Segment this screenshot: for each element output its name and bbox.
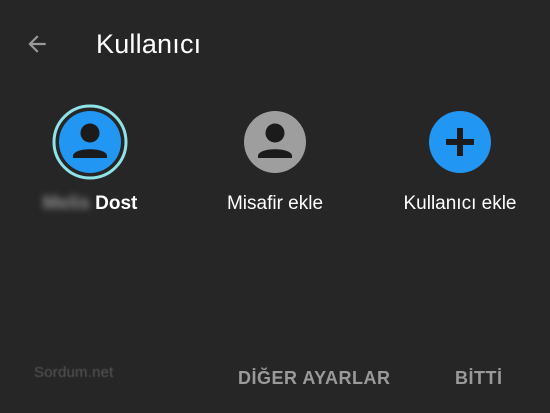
page-title: Kullanıcı: [96, 29, 202, 59]
arrow-left-icon: [28, 35, 46, 53]
person-icon: [52, 104, 128, 180]
add-user-label: Kullanıcı ekle: [403, 193, 517, 214]
more-settings-button[interactable]: DİĞER AYARLAR: [238, 364, 391, 392]
current-user-name: Dost: [95, 193, 138, 214]
current-user-label: Melis Dost: [5, 190, 175, 218]
add-guest-item[interactable]: Misafir ekle: [190, 104, 360, 224]
watermark: Sordum.net: [34, 364, 114, 381]
blurred-user-name: Melis: [42, 193, 91, 214]
add-user-item[interactable]: Kullanıcı ekle: [375, 104, 545, 224]
person-icon: [244, 111, 306, 173]
done-button[interactable]: BİTTİ: [455, 364, 503, 392]
current-user-item[interactable]: Melis Dost: [5, 104, 175, 224]
plus-icon: [429, 111, 491, 173]
add-user-avatar: [422, 104, 498, 180]
current-user-avatar: [52, 104, 128, 180]
top-app-bar: Kullanıcı: [0, 0, 550, 88]
add-guest-label: Misafir ekle: [226, 193, 324, 214]
back-button[interactable]: [20, 27, 54, 61]
guest-avatar: [237, 104, 313, 180]
